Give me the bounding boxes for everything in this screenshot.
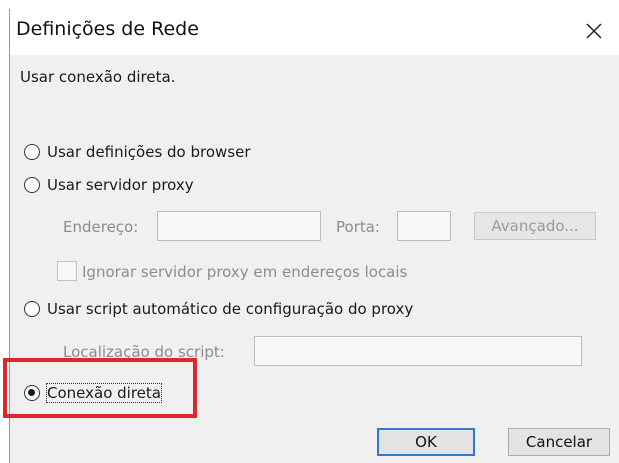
status-text: Usar conexão direta. (20, 68, 176, 86)
title-bar: Definições de Rede (10, 9, 619, 55)
bypass-local-checkbox[interactable] (57, 261, 77, 281)
cancel-button[interactable]: Cancelar (508, 428, 610, 456)
radio-auto-script[interactable] (24, 301, 40, 317)
address-input[interactable] (157, 211, 321, 241)
advanced-button[interactable]: Avançado... (474, 212, 596, 240)
script-location-input[interactable] (254, 336, 582, 366)
close-icon[interactable] (582, 19, 606, 43)
bypass-local-label[interactable]: Ignorar servidor proxy em endereços loca… (82, 263, 407, 281)
radio-browser-settings[interactable] (24, 144, 40, 160)
ok-button[interactable]: OK (377, 428, 475, 456)
radio-browser-settings-label[interactable]: Usar definições do browser (47, 143, 251, 161)
radio-proxy-server[interactable] (24, 177, 40, 193)
port-input[interactable] (397, 211, 451, 241)
highlight-box (3, 358, 197, 418)
address-label: Endereço: (63, 218, 139, 236)
radio-proxy-server-label[interactable]: Usar servidor proxy (47, 176, 194, 194)
dialog-title: Definições de Rede (16, 18, 199, 40)
radio-auto-script-label[interactable]: Usar script automático de configuração d… (47, 300, 413, 318)
port-label: Porta: (336, 218, 380, 236)
